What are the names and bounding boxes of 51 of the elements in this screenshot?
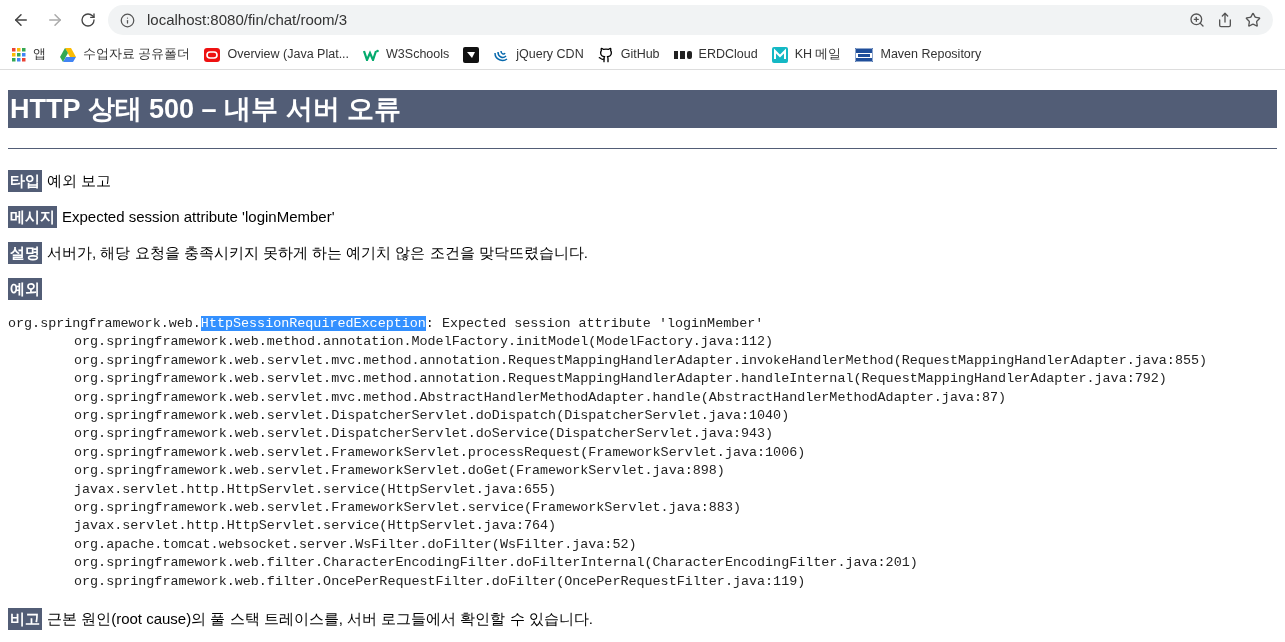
bookmark-link[interactable]: ERDCloud (698, 45, 758, 64)
bookmark-link[interactable]: GitHub (620, 45, 660, 64)
w3-logo-icon (363, 48, 380, 61)
field-text: Expected session attribute 'loginMember' (62, 206, 335, 227)
trace-line: org.springframework.web.servlet.mvc.method.AbstractHandlerMethodAdapter.handle(AbstractHandlerMethodAdapter.java:87) (74, 388, 1007, 407)
trace-line: org.springframework.web.servlet.DispatcherServlet.doService(DispatcherServlet.java:943) (74, 425, 774, 444)
share-icon[interactable] (1217, 12, 1233, 28)
info-icon[interactable] (120, 12, 135, 28)
mvn-logo-icon (855, 47, 874, 62)
erd-logo-icon (673, 50, 692, 59)
bookmark-link[interactable]: 수업자료 공유폴더 (83, 45, 191, 64)
trace-line: org.springframework.web.HttpSessionRequiredException: Expected session attribute 'loginMember' (8, 315, 764, 333)
apps-grid-icon (12, 47, 26, 62)
field-label: 예외 (8, 277, 42, 301)
oval-ring-icon (204, 47, 221, 62)
page-heading: HTTP 상태 500 – 내부 서버 오류 (8, 90, 1277, 128)
bookmark-link[interactable]: jQuery CDN (516, 45, 584, 64)
trace-line: org.springframework.web.servlet.DispatcherServlet.doDispatch(DispatcherServlet.java:1040) (74, 407, 790, 426)
field-label: 타입 (8, 169, 42, 193)
reload-icon[interactable] (80, 12, 96, 28)
field-text: 예외 보고 (47, 170, 112, 191)
trace-line: org.springframework.web.servlet.FrameworkServlet.processRequest(FrameworkServlet.java:1006) (74, 443, 806, 462)
field-text: 근본 원인(root cause)의 풀 스택 트레이스를, 서버 로그들에서 확인할 수 있습니다. (47, 608, 593, 629)
star-icon[interactable] (1245, 12, 1261, 28)
field-text: 서버가, 해당 요청을 충족시키지 못하게 하는 예기치 않은 조건을 맞닥뜨렸습니다. (47, 242, 588, 263)
field-label: 비고 (8, 607, 42, 631)
trace-line: javax.servlet.http.HttpServlet.service(HttpServlet.java:655) (74, 480, 557, 499)
trace-line: javax.servlet.http.HttpServlet.service(HttpServlet.java:764) (74, 517, 557, 536)
trace-line: org.springframework.web.filter.CharacterEncodingFilter.doFilterInternal(CharacterEncodingFilter.java:201) (74, 554, 918, 573)
back-icon[interactable] (12, 11, 30, 29)
trace-line: org.springframework.web.servlet.FrameworkServlet.doGet(FrameworkServlet.java:898) (74, 462, 725, 481)
github-icon (597, 46, 614, 63)
trace-line: org.springframework.web.servlet.mvc.method.annotation.RequestMappingHandlerAdapter.invokeHandlerMethod(RequestMappingHandlerAdapter.java:855) (74, 351, 1208, 370)
field-label: 메시지 (8, 205, 57, 229)
trace-line: org.springframework.web.method.annotation.ModelFactory.initModel(ModelFactory.java:112) (74, 333, 774, 352)
url-text: localhost:8080/fin/chat/room/3 (147, 9, 348, 30)
zoom-icon[interactable] (1189, 12, 1205, 28)
m-logo-icon (771, 46, 788, 63)
square-logo-icon (463, 46, 480, 63)
bookmark-link[interactable]: Maven Repository (880, 45, 982, 64)
field-label: 설명 (8, 241, 42, 265)
drive-triangle-icon (60, 47, 76, 62)
trace-line: org.springframework.web.servlet.FrameworkServlet.service(FrameworkServlet.java:883) (74, 499, 741, 518)
bookmark-link[interactable]: W3Schools (386, 45, 450, 64)
trace-line: org.apache.tomcat.websocket.server.WsFilter.doFilter(WsFilter.java:52) (74, 535, 637, 554)
bookmark-link[interactable]: Overview (Java Plat... (227, 45, 350, 64)
bookmark-link[interactable]: KH 메일 (794, 45, 842, 64)
trace-line: org.springframework.web.filter.OncePerRequestFilter.doFilter(OncePerRequestFilter.java:119) (74, 572, 806, 591)
address-bar[interactable]: localhost:8080/fin/chat/room/3 (108, 5, 1273, 35)
trace-line: org.springframework.web.servlet.mvc.method.annotation.RequestMappingHandlerAdapter.handleInternal(RequestMappingHandlerAdapter.java:792) (74, 370, 1167, 389)
bookmark-link[interactable]: 앱 (33, 45, 46, 64)
